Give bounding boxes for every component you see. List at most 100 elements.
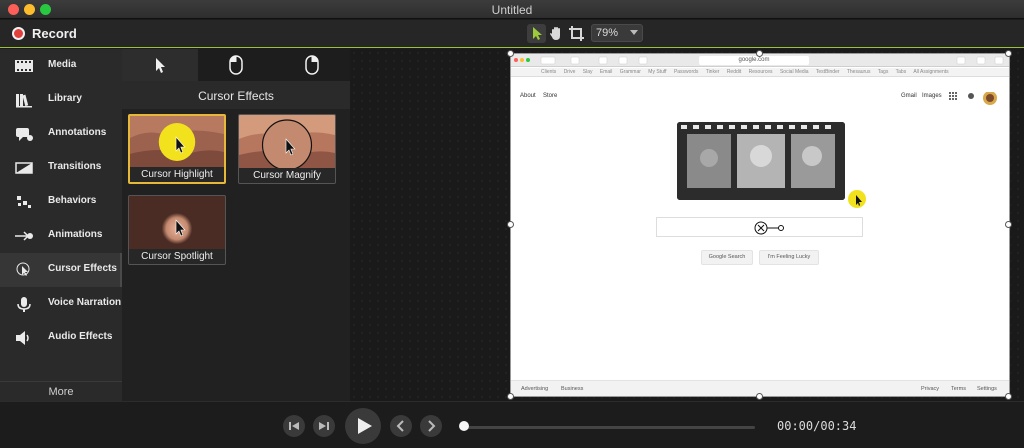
business-link[interactable]: Business <box>561 381 583 396</box>
about-link[interactable]: About <box>520 93 536 99</box>
cursor-highlight-thumbnail <box>130 116 224 172</box>
sidebar-item-audio-effects[interactable]: Audio Effects <box>0 321 122 355</box>
card-label: Cursor Spotlight <box>129 249 225 264</box>
bookmark-item[interactable]: All Assignments <box>913 69 948 75</box>
resize-handle[interactable] <box>756 50 763 57</box>
title-bar: Untitled <box>0 0 1024 19</box>
zoom-value: 79% <box>596 27 619 39</box>
record-button-label[interactable]: Record <box>32 26 77 41</box>
sidebar-item-label: Cursor Effects <box>48 263 117 274</box>
sidebar-item-label: Animations <box>48 229 103 240</box>
resize-handle[interactable] <box>1005 393 1012 400</box>
bookmark-item[interactable]: Clients <box>541 69 556 75</box>
cursor-highlight-effect[interactable]: Cursor Highlight <box>128 114 226 184</box>
bookmark-item[interactable]: Slay <box>583 69 593 75</box>
advertising-link[interactable]: Advertising <box>521 381 548 396</box>
cursor-magnify-effect[interactable]: Cursor Magnify <box>238 114 336 184</box>
bookmark-item[interactable]: Social Media <box>780 69 809 75</box>
resize-handle[interactable] <box>1005 221 1012 228</box>
annotation-icon <box>16 128 33 141</box>
cursor-icon <box>156 58 165 73</box>
zoom-select[interactable]: 79% <box>591 24 643 42</box>
time-display: 00:00/00:34 <box>777 419 857 433</box>
editing-canvas[interactable]: google.com Clients Drive Slay Email Gram… <box>350 49 1024 401</box>
bookmark-item[interactable]: Drive <box>564 69 576 75</box>
images-link[interactable]: Images <box>922 93 942 99</box>
transition-icon <box>15 162 33 174</box>
animation-icon <box>15 231 33 241</box>
step-forward-button[interactable] <box>313 415 335 437</box>
step-back-button[interactable] <box>283 415 305 437</box>
sidebar-item-media[interactable]: Media <box>0 49 122 83</box>
bookmark-item[interactable]: Email <box>600 69 613 75</box>
crop-icon[interactable] <box>567 24 586 43</box>
next-marker-button[interactable] <box>420 415 442 437</box>
sidebar-item-cursor-effects[interactable]: Cursor Effects <box>0 253 122 287</box>
bookmark-item[interactable]: Tinker <box>706 69 720 75</box>
sidebar-item-label: Annotations <box>48 127 107 138</box>
tab-left-click[interactable] <box>198 49 274 81</box>
apps-icon[interactable] <box>949 92 1009 106</box>
bookmark-item[interactable]: My Stuff <box>648 69 666 75</box>
sidebar-item-library[interactable]: Library <box>0 83 122 117</box>
store-link[interactable]: Store <box>543 93 557 99</box>
playhead-knob[interactable] <box>459 421 469 431</box>
chevron-left-icon <box>396 420 404 432</box>
bookmark-item[interactable]: Tags <box>878 69 889 75</box>
playback-controls: 00:00/00:34 <box>0 401 1024 448</box>
record-icon[interactable] <box>12 27 25 40</box>
feeling-lucky-button[interactable]: I'm Feeling Lucky <box>759 250 819 265</box>
resize-handle[interactable] <box>756 393 763 400</box>
bookmark-item[interactable]: TestBinder <box>816 69 840 75</box>
cursor-spotlight-effect[interactable]: Cursor Spotlight <box>128 195 226 265</box>
terms-link[interactable]: Terms <box>951 381 966 396</box>
cursor-effects-icon <box>16 262 30 276</box>
url-bar[interactable]: google.com <box>699 56 809 65</box>
tab-cursor[interactable] <box>122 49 198 81</box>
bookmark-item[interactable]: Tabs <box>896 69 907 75</box>
sidebar-item-behaviors[interactable]: Behaviors <box>0 185 122 219</box>
sidebar-item-animations[interactable]: Animations <box>0 219 122 253</box>
google-doodle-image <box>677 122 845 200</box>
resize-handle[interactable] <box>507 50 514 57</box>
privacy-link[interactable]: Privacy <box>921 381 939 396</box>
sidebar-item-voice-narration[interactable]: Voice Narration <box>0 287 122 321</box>
main-toolbar: Record 79% <box>0 20 1024 48</box>
panel-title: Cursor Effects <box>122 81 350 109</box>
bookmark-item[interactable]: Resources <box>749 69 773 75</box>
play-button[interactable] <box>345 408 381 444</box>
timeline-scrubber[interactable] <box>461 426 755 429</box>
film-strip-icon <box>15 60 33 72</box>
sidebar-item-label: Library <box>48 93 82 104</box>
search-input[interactable] <box>656 217 863 237</box>
gmail-link[interactable]: Gmail <box>901 93 917 99</box>
mouse-left-click-icon <box>229 55 243 75</box>
resize-handle[interactable] <box>1005 50 1012 57</box>
sidebar-item-label: Media <box>48 59 77 70</box>
sidebar-item-label: Voice Narration <box>48 297 122 308</box>
more-button[interactable]: More <box>0 381 122 401</box>
bookmark-item[interactable]: Grammar <box>620 69 641 75</box>
step-back-icon <box>289 422 299 430</box>
search-box-drag-icon <box>754 221 784 235</box>
hand-pan-icon[interactable] <box>547 24 566 43</box>
mouse-right-click-icon <box>305 55 319 75</box>
recorded-browser-frame[interactable]: google.com Clients Drive Slay Email Gram… <box>510 53 1010 397</box>
bookmark-item[interactable]: Passwords <box>674 69 698 75</box>
previous-marker-button[interactable] <box>390 415 412 437</box>
settings-link[interactable]: Settings <box>977 381 997 396</box>
chevron-down-icon <box>630 30 638 35</box>
sidebar-item-annotations[interactable]: Annotations <box>0 117 122 151</box>
cursor-magnify-thumbnail <box>239 115 335 171</box>
bookmark-item[interactable]: Thesaurus <box>847 69 871 75</box>
resize-handle[interactable] <box>507 221 514 228</box>
microphone-icon <box>17 297 31 312</box>
bookmark-item[interactable]: Reddit <box>727 69 741 75</box>
tab-right-click[interactable] <box>274 49 350 81</box>
sidebar-item-label: Behaviors <box>48 195 97 206</box>
sidebar-item-label: Audio Effects <box>48 331 113 342</box>
google-search-button[interactable]: Google Search <box>701 250 753 265</box>
sidebar-item-transitions[interactable]: Transitions <box>0 151 122 185</box>
arrow-select-icon[interactable] <box>527 24 546 43</box>
resize-handle[interactable] <box>507 393 514 400</box>
